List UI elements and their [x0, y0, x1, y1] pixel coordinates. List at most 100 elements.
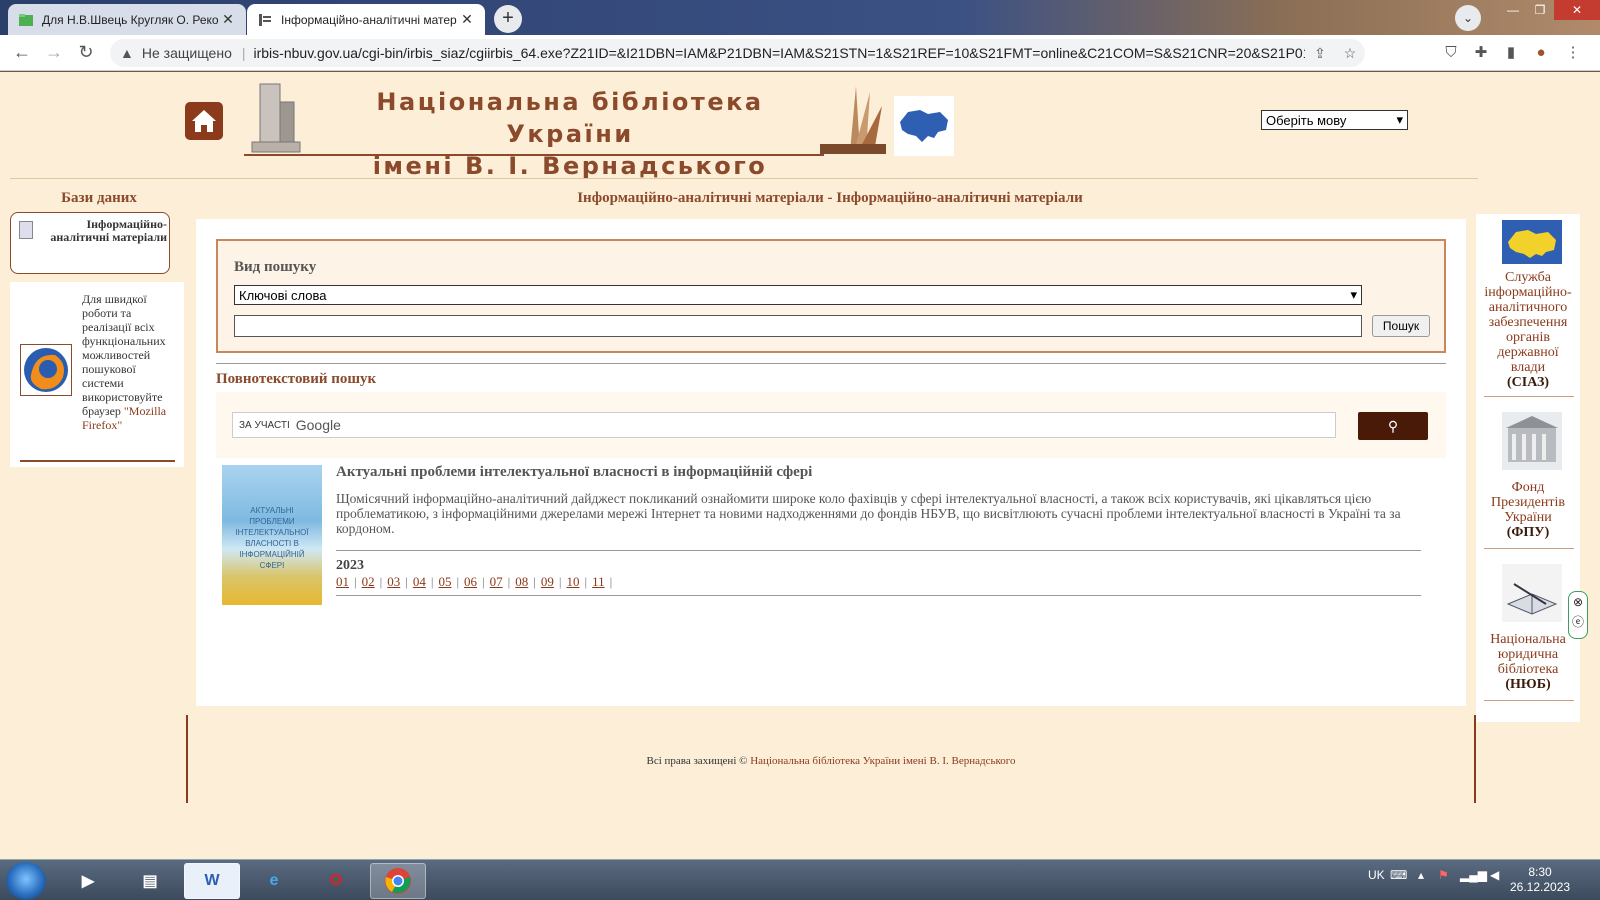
- issue-link[interactable]: 06: [464, 574, 477, 590]
- volume-icon[interactable]: ◀: [1490, 868, 1499, 882]
- banner-underline: [244, 154, 824, 156]
- share-icon[interactable]: ⇪: [1305, 45, 1335, 62]
- floating-extension-widget[interactable]: ⊗ ⓔ: [1568, 591, 1588, 639]
- forward-icon[interactable]: →: [38, 42, 70, 63]
- footer: Всі права захищені © Національна бібліот…: [186, 715, 1476, 803]
- shield-extension-icon[interactable]: ⛉: [1440, 42, 1462, 64]
- media-player-icon[interactable]: ▶: [60, 863, 116, 899]
- chevron-down-icon: ▾: [1396, 112, 1403, 127]
- issue-link[interactable]: 11: [592, 574, 605, 590]
- digest-divider-bottom: [336, 595, 1421, 596]
- menu-kebab-icon[interactable]: ⋮: [1562, 42, 1584, 64]
- issue-link[interactable]: 05: [438, 574, 451, 590]
- start-button[interactable]: [6, 862, 46, 900]
- ukraine-map-icon: [900, 110, 948, 142]
- url-text: irbis-nbuv.gov.ua/cgi-bin/irbis_siaz/cgi…: [253, 45, 1306, 61]
- google-search-button[interactable]: ⚲: [1358, 412, 1428, 440]
- issue-link[interactable]: 04: [413, 574, 426, 590]
- language-indicator[interactable]: UK: [1368, 868, 1385, 882]
- search-kind-label: Вид пошуку: [234, 259, 317, 275]
- firefox-icon: [24, 348, 68, 392]
- search-kind-select[interactable]: Ключові слова ▾: [234, 285, 1362, 305]
- library-title: Національна бібліотека України імені В. …: [372, 88, 768, 180]
- keyboard-icon[interactable]: ⌨: [1390, 868, 1407, 882]
- library-building-icon: [251, 83, 301, 153]
- internet-explorer-icon[interactable]: e: [246, 863, 302, 899]
- digest-description: Щомісячний інформаційно-аналітичний дайд…: [336, 491, 1401, 536]
- browser-tabbar: Для Н.В.Швець Кругляк О. Реко ✕ Інформац…: [0, 0, 1600, 35]
- language-select[interactable]: Оберіть мову ▾: [1261, 110, 1408, 130]
- siaz-link[interactable]: Служба інформаційно-аналітичного забезпе…: [1480, 270, 1576, 390]
- maximize-icon[interactable]: ❐: [1527, 0, 1553, 20]
- issue-link[interactable]: 10: [566, 574, 579, 590]
- google-wordmark: Google: [295, 417, 341, 433]
- digest-cover[interactable]: АКТУАЛЬНІ ПРОБЛЕМИ ІНТЕЛЕКТУАЛЬНОЇ ВЛАСН…: [222, 465, 322, 605]
- president-building-icon[interactable]: [1502, 412, 1562, 470]
- page-icon: [259, 13, 271, 26]
- issue-links: 01 | 02 | 03 | 04 | 05 | 06 | 07 | 08 | 09 | 10 | …: [336, 574, 613, 590]
- search-panel: Вид пошуку Ключові слова ▾ Пошук: [216, 239, 1446, 353]
- issue-link[interactable]: 02: [362, 574, 375, 590]
- digest-year: 2023: [336, 558, 364, 573]
- search-input[interactable]: [234, 315, 1362, 337]
- back-icon[interactable]: ←: [6, 42, 38, 63]
- network-icon[interactable]: ▂▄▆: [1460, 868, 1487, 882]
- main-content: Вид пошуку Ключові слова ▾ Пошук Повноте…: [196, 219, 1466, 706]
- footer-library-link[interactable]: Національна бібліотека України імені В. …: [750, 755, 1015, 767]
- search-icon: ⚲: [1387, 418, 1399, 434]
- file-explorer-icon[interactable]: ▤: [122, 863, 178, 899]
- issue-link[interactable]: 01: [336, 574, 349, 590]
- opera-icon[interactable]: O: [308, 863, 364, 899]
- tab-search-icon[interactable]: ⌄: [1455, 5, 1481, 31]
- issue-link[interactable]: 03: [387, 574, 400, 590]
- digest-title[interactable]: Актуальні проблеми інтелектуальної власн…: [336, 464, 812, 481]
- issue-link[interactable]: 09: [541, 574, 554, 590]
- window-close-icon[interactable]: ✕: [1554, 0, 1600, 20]
- browser-tab-2[interactable]: Інформаційно-аналітичні матер ✕: [247, 4, 485, 35]
- browser-tab-1[interactable]: Для Н.В.Швець Кругляк О. Реко ✕: [8, 4, 246, 35]
- law-book-icon[interactable]: [1502, 564, 1562, 622]
- firefox-text: Для швидкої роботи та реалізації всіх фу…: [82, 292, 167, 432]
- page-title: Інформаційно-аналітичні матеріали - Інфо…: [577, 190, 1083, 206]
- fpu-link[interactable]: Фонд Президентів України (ФПУ): [1480, 480, 1576, 540]
- google-search-input[interactable]: ЗА УЧАСТІ Google: [232, 412, 1336, 438]
- firefox-logo[interactable]: [20, 344, 72, 396]
- copyright: Всі права захищені © Національна бібліот…: [646, 755, 1016, 767]
- chevron-down-icon: ▾: [1350, 287, 1357, 302]
- new-tab-button[interactable]: +: [494, 5, 522, 33]
- partners-sidebar: Служба інформаційно-аналітичного забезпе…: [1476, 214, 1580, 722]
- extension-e-icon[interactable]: ⓔ: [1569, 612, 1587, 632]
- fulltext-divider: [216, 363, 1446, 364]
- left-divider: [20, 460, 175, 462]
- tab-title: Для Н.В.Швець Кругляк О. Реко: [42, 12, 219, 27]
- databases-title: Бази даних: [61, 190, 137, 206]
- home-icon: [192, 110, 216, 132]
- digest-divider-top: [336, 550, 1421, 551]
- issue-link[interactable]: 08: [515, 574, 528, 590]
- close-tab-icon[interactable]: ✕: [459, 11, 475, 28]
- siaz-map-icon[interactable]: [1502, 220, 1562, 264]
- flag-icon[interactable]: ⚑: [1438, 868, 1449, 882]
- google-search-panel: ЗА УЧАСТІ Google ⚲: [216, 392, 1446, 458]
- chrome-icon[interactable]: [370, 863, 426, 899]
- profile-avatar-icon[interactable]: ●: [1530, 42, 1552, 64]
- nyub-link[interactable]: Національна юридична бібліотека (НЮБ): [1480, 632, 1576, 692]
- ukraine-map: [894, 96, 954, 156]
- header-divider: [10, 178, 1478, 179]
- word-icon[interactable]: W: [184, 863, 240, 899]
- reload-icon[interactable]: ↻: [70, 42, 102, 63]
- home-button[interactable]: [185, 102, 223, 140]
- firefox-recommendation: Для швидкої роботи та реалізації всіх фу…: [10, 282, 184, 467]
- address-bar[interactable]: ▲ Не защищено | irbis-nbuv.gov.ua/cgi-bi…: [110, 39, 1365, 67]
- extensions-puzzle-icon[interactable]: ✚: [1470, 42, 1492, 64]
- minimize-icon[interactable]: —: [1500, 0, 1526, 20]
- issue-link[interactable]: 07: [490, 574, 503, 590]
- search-button[interactable]: Пошук: [1372, 315, 1430, 337]
- side-panel-icon[interactable]: ▮: [1500, 42, 1522, 64]
- close-icon[interactable]: ⊗: [1569, 592, 1587, 612]
- clock[interactable]: 8:30 26.12.2023: [1510, 865, 1570, 895]
- bookmark-star-icon[interactable]: ☆: [1335, 45, 1365, 62]
- tray-expand-icon[interactable]: ▴: [1418, 868, 1424, 882]
- close-tab-icon[interactable]: ✕: [220, 11, 236, 28]
- database-item[interactable]: Інформаційно-аналітичні матеріали: [10, 212, 170, 274]
